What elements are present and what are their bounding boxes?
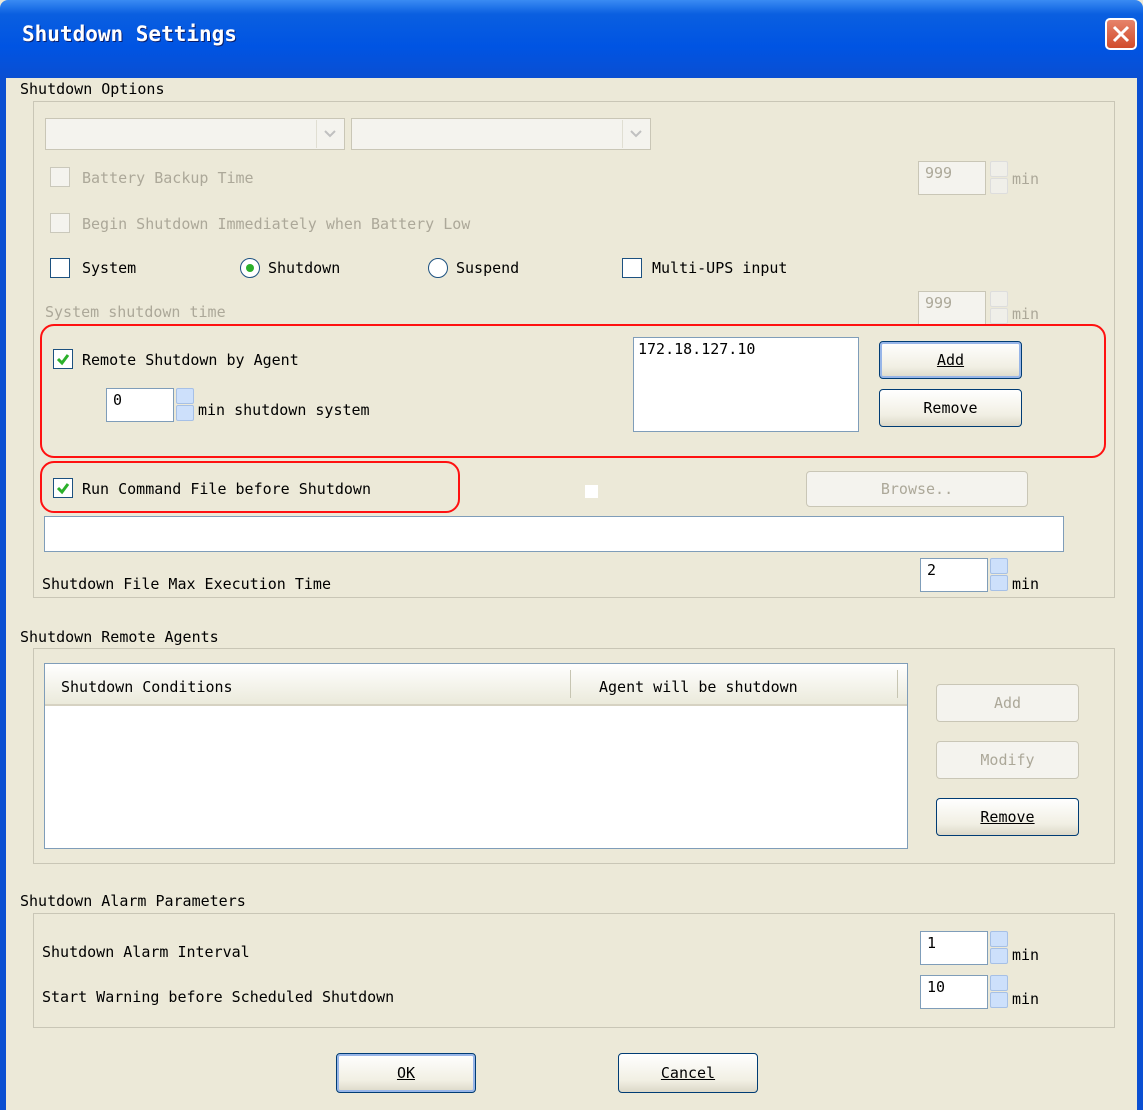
battery-backup-spinner[interactable]	[990, 161, 1008, 195]
agent-add-button[interactable]: Add	[879, 341, 1022, 379]
warning-unit: min	[1012, 990, 1040, 1008]
spin-down-icon[interactable]	[990, 575, 1008, 591]
command-file-path-input[interactable]	[44, 516, 1064, 552]
agent-ip-list[interactable]: 172.18.127.10	[633, 337, 859, 432]
battery-backup-checkbox[interactable]	[50, 167, 70, 187]
remote-shutdown-label: Remote Shutdown by Agent	[82, 351, 299, 369]
title-bar[interactable]: Shutdown Settings	[0, 0, 1143, 78]
browse-label: Browse..	[880, 480, 954, 498]
shutdown-radio-label: Shutdown	[268, 259, 341, 277]
system-label: System	[82, 259, 137, 277]
begin-immediately-label: Begin Shutdown Immediately when Battery …	[82, 215, 471, 233]
remote-shutdown-checkbox[interactable]	[53, 349, 73, 369]
agent-add-label: Add	[936, 351, 965, 369]
spin-up-icon[interactable]	[176, 388, 194, 404]
remote-agents-add-button[interactable]: Add	[936, 684, 1079, 722]
remote-agents-add-label: Add	[993, 694, 1022, 712]
spin-down-icon[interactable]	[990, 992, 1008, 1008]
system-shutdown-time-input[interactable]: 999	[918, 291, 986, 325]
suspend-radio-label: Suspend	[456, 259, 520, 277]
browse-button[interactable]: Browse..	[806, 471, 1028, 507]
agent-ip-item[interactable]: 172.18.127.10	[638, 340, 755, 358]
window-frame-right	[1137, 78, 1143, 1110]
combo-2-arrow[interactable]	[622, 120, 649, 148]
max-exec-unit: min	[1012, 575, 1040, 593]
table-header: Shutdown Conditions Agent will be shutdo…	[45, 664, 907, 706]
agent-remove-label: Remove	[923, 399, 978, 417]
alarm-interval-input[interactable]: 1	[920, 931, 988, 965]
battery-backup-label: Battery Backup Time	[82, 169, 254, 187]
radio-selected-dot	[246, 264, 254, 272]
remote-agents-table[interactable]: Shutdown Conditions Agent will be shutdo…	[44, 663, 908, 849]
max-exec-input[interactable]: 2	[920, 558, 988, 592]
ok-button[interactable]: OK	[336, 1053, 476, 1093]
alarm-title: Shutdown Alarm Parameters	[20, 892, 246, 910]
spin-up-icon[interactable]	[990, 558, 1008, 574]
chevron-down-icon	[630, 130, 642, 138]
spin-down-icon[interactable]	[990, 308, 1008, 324]
battery-backup-unit: min	[1012, 170, 1040, 188]
close-button[interactable]	[1105, 18, 1137, 50]
remote-agents-remove-button[interactable]: Remove	[936, 798, 1079, 836]
remote-minutes-input[interactable]: 0	[106, 388, 174, 422]
combo-1-arrow[interactable]	[316, 120, 343, 148]
battery-backup-input[interactable]: 999	[918, 161, 986, 195]
alarm-interval-unit: min	[1012, 946, 1040, 964]
checkmark-icon	[56, 483, 70, 495]
suspend-radio[interactable]	[428, 258, 448, 278]
remote-minutes-spinner[interactable]	[176, 388, 194, 422]
remote-agents-title: Shutdown Remote Agents	[20, 628, 219, 646]
remote-agents-modify-button[interactable]: Modify	[936, 741, 1079, 779]
begin-immediately-checkbox[interactable]	[50, 213, 70, 233]
run-command-checkbox[interactable]	[53, 478, 73, 498]
spin-up-icon[interactable]	[990, 931, 1008, 947]
run-command-label: Run Command File before Shutdown	[82, 480, 371, 498]
status-marker	[585, 485, 598, 498]
ups-combo-1[interactable]	[45, 118, 345, 150]
spin-down-icon[interactable]	[176, 405, 194, 421]
max-exec-spinner[interactable]	[990, 558, 1008, 592]
checkmark-icon	[56, 354, 70, 366]
chevron-down-icon	[324, 130, 336, 138]
window-title: Shutdown Settings	[22, 22, 237, 46]
shutdown-options-title: Shutdown Options	[20, 80, 165, 98]
close-icon	[1112, 25, 1130, 43]
remote-minutes-label: min shutdown system	[198, 401, 370, 419]
system-checkbox[interactable]	[50, 258, 70, 278]
spin-down-icon[interactable]	[990, 948, 1008, 964]
shutdown-settings-dialog: Shutdown Settings Shutdown Options Batte…	[0, 0, 1143, 1110]
spin-up-icon[interactable]	[990, 161, 1008, 177]
alarm-interval-label: Shutdown Alarm Interval	[42, 943, 250, 961]
alarm-interval-spinner[interactable]	[990, 931, 1008, 965]
spin-down-icon[interactable]	[990, 178, 1008, 194]
warning-input[interactable]: 10	[920, 975, 988, 1009]
remote-agents-remove-label: Remove	[980, 808, 1035, 826]
remote-agents-modify-label: Modify	[980, 751, 1035, 769]
system-shutdown-time-label: System shutdown time	[45, 303, 226, 321]
column-header-agent[interactable]: Agent will be shutdown	[599, 678, 798, 696]
window-frame-left	[0, 78, 6, 1110]
cancel-label: Cancel	[660, 1064, 716, 1082]
column-divider[interactable]	[570, 670, 571, 698]
cancel-button[interactable]: Cancel	[618, 1053, 758, 1093]
column-divider[interactable]	[897, 670, 898, 698]
agent-remove-button[interactable]: Remove	[879, 389, 1022, 427]
multi-ups-checkbox[interactable]	[622, 258, 642, 278]
max-exec-label: Shutdown File Max Execution Time	[42, 575, 331, 593]
ok-label: OK	[396, 1064, 416, 1082]
system-shutdown-time-spinner[interactable]	[990, 291, 1008, 325]
ups-combo-2[interactable]	[351, 118, 651, 150]
spin-up-icon[interactable]	[990, 291, 1008, 307]
multi-ups-label: Multi-UPS input	[652, 259, 788, 277]
column-header-conditions[interactable]: Shutdown Conditions	[61, 678, 233, 696]
system-shutdown-time-unit: min	[1012, 305, 1040, 323]
shutdown-radio[interactable]	[240, 258, 260, 278]
spin-up-icon[interactable]	[990, 975, 1008, 991]
warning-spinner[interactable]	[990, 975, 1008, 1009]
warning-label: Start Warning before Scheduled Shutdown	[42, 988, 395, 1006]
